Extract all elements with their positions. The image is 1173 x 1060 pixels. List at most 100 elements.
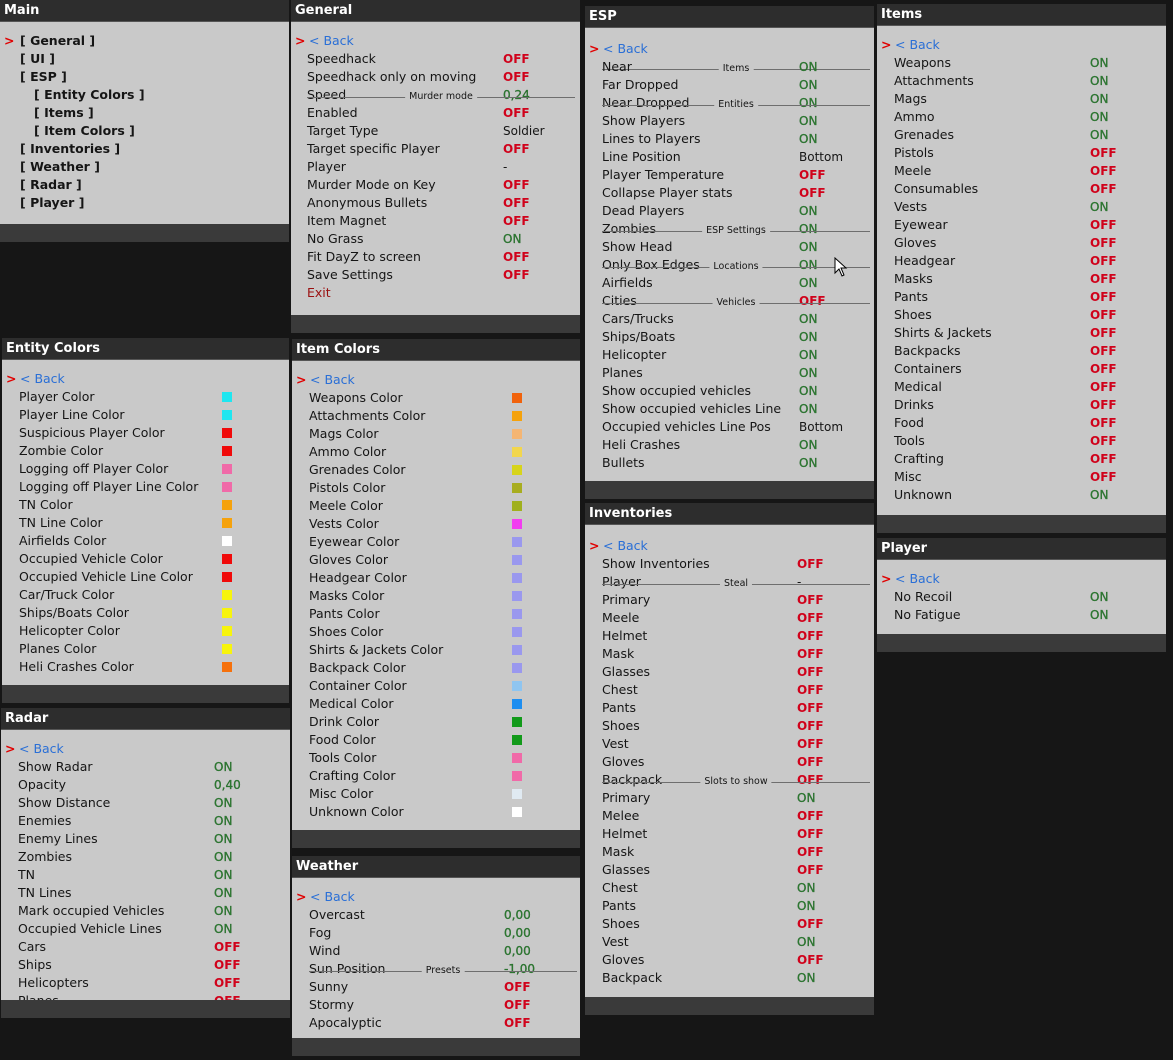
item-colors-color-swatch[interactable] [512,627,522,637]
weather-option-sunny[interactable]: Sunny OFF [309,978,564,996]
inventories-option-chest[interactable]: Chest OFF [602,681,857,699]
general-option-exit[interactable]: Exit [307,284,563,302]
items-option-shoes[interactable]: Shoes OFF [894,306,1150,324]
entity-colors-option-logging-off-player-color[interactable]: Logging off Player Color [19,460,282,478]
esp-option-line-position[interactable]: Line Position Bottom [602,148,859,166]
entity-colors-color-swatch[interactable] [222,626,232,636]
entity-colors-back-button[interactable]: > < Back [6,370,206,388]
inventories-back-button[interactable]: > < Back [589,537,789,555]
radar-option-cars[interactable]: Cars OFF [18,938,274,956]
entity-colors-color-swatch[interactable] [222,446,232,456]
esp-option-show-occupied-vehicles[interactable]: Show occupied vehicles ON [602,382,859,400]
esp-option-ships-boats[interactable]: Ships/Boats ON [602,328,859,346]
entity-colors-color-swatch[interactable] [222,662,232,672]
entity-colors-option-airfields-color[interactable]: Airfields Color [19,532,282,550]
inventories-option-primary[interactable]: Primary ON [602,789,857,807]
item-colors-option-drink-color[interactable]: Drink Color [309,713,572,731]
item-colors-option-grenades-color[interactable]: Grenades Color [309,461,572,479]
entity-colors-option-suspicious-player-color[interactable]: Suspicious Player Color [19,424,282,442]
entity-colors-option-car-truck-color[interactable]: Car/Truck Color [19,586,282,604]
items-option-pistols[interactable]: Pistols OFF [894,144,1150,162]
items-option-tools[interactable]: Tools OFF [894,432,1150,450]
items-option-pants[interactable]: Pants OFF [894,288,1150,306]
item-colors-color-swatch[interactable] [512,645,522,655]
item-colors-option-eyewear-color[interactable]: Eyewear Color [309,533,572,551]
item-colors-color-swatch[interactable] [512,663,522,673]
main-menu-item-player[interactable]: [ Player ] [4,194,224,212]
main-menu-item-general[interactable]: > [ General ] [4,32,224,50]
inventories-option-glasses[interactable]: Glasses OFF [602,663,857,681]
inventories-option-glasses[interactable]: Glasses OFF [602,861,857,879]
entity-colors-color-swatch[interactable] [222,536,232,546]
esp-option-occupied-vehicles-line-pos[interactable]: Occupied vehicles Line Pos Bottom [602,418,859,436]
entity-colors-color-swatch[interactable] [222,410,232,420]
radar-option-tn-lines[interactable]: TN Lines ON [18,884,274,902]
entity-colors-color-swatch[interactable] [222,554,232,564]
item-colors-color-swatch[interactable] [512,573,522,583]
inventories-option-backpack[interactable]: Backpack ON [602,969,857,987]
general-option-murder-mode-on-key[interactable]: Murder Mode on Key OFF [307,176,563,194]
esp-option-collapse-player-stats[interactable]: Collapse Player stats OFF [602,184,859,202]
esp-option-near[interactable]: Near ON [602,58,859,76]
entity-colors-option-tn-color[interactable]: TN Color [19,496,282,514]
item-colors-option-shoes-color[interactable]: Shoes Color [309,623,572,641]
entity-colors-color-swatch[interactable] [222,464,232,474]
entity-colors-color-swatch[interactable] [222,392,232,402]
main-menu-item-item-colors[interactable]: [ Item Colors ] [4,122,224,140]
inventories-option-helmet[interactable]: Helmet OFF [602,825,857,843]
general-option-target-type[interactable]: Target Type Soldier [307,122,563,140]
general-option-target-specific-player[interactable]: Target specific Player OFF [307,140,563,158]
radar-option-helicopters[interactable]: Helicopters OFF [18,974,274,992]
inventories-option-melee[interactable]: Melee OFF [602,807,857,825]
item-colors-option-vests-color[interactable]: Vests Color [309,515,572,533]
inventories-option-shoes[interactable]: Shoes OFF [602,717,857,735]
radar-option-enemy-lines[interactable]: Enemy Lines ON [18,830,274,848]
entity-colors-option-tn-line-color[interactable]: TN Line Color [19,514,282,532]
entity-colors-option-logging-off-player-line-color[interactable]: Logging off Player Line Color [19,478,282,496]
esp-option-airfields[interactable]: Airfields ON [602,274,859,292]
item-colors-color-swatch[interactable] [512,591,522,601]
entity-colors-option-occupied-vehicle-color[interactable]: Occupied Vehicle Color [19,550,282,568]
inventories-option-meele[interactable]: Meele OFF [602,609,857,627]
item-colors-color-swatch[interactable] [512,555,522,565]
weather-option-stormy[interactable]: Stormy OFF [309,996,564,1014]
inventories-option-vest[interactable]: Vest ON [602,933,857,951]
weather-back-button[interactable]: > < Back [296,888,496,906]
items-option-unknown[interactable]: Unknown ON [894,486,1150,504]
main-menu-item-esp[interactable]: [ ESP ] [4,68,224,86]
item-colors-option-mags-color[interactable]: Mags Color [309,425,572,443]
weather-option-overcast[interactable]: Overcast 0,00 [309,906,564,924]
item-colors-color-swatch[interactable] [512,789,522,799]
items-back-button[interactable]: > < Back [881,36,1081,54]
item-colors-color-swatch[interactable] [512,717,522,727]
entity-colors-color-swatch[interactable] [222,590,232,600]
main-menu-item-weather[interactable]: [ Weather ] [4,158,224,176]
main-menu-item-radar[interactable]: [ Radar ] [4,176,224,194]
inventories-option-pants[interactable]: Pants OFF [602,699,857,717]
general-option-item-magnet[interactable]: Item Magnet OFF [307,212,563,230]
item-colors-option-shirts-jackets-color[interactable]: Shirts & Jackets Color [309,641,572,659]
inventories-option-pants[interactable]: Pants ON [602,897,857,915]
item-colors-option-masks-color[interactable]: Masks Color [309,587,572,605]
radar-option-show-radar[interactable]: Show Radar ON [18,758,274,776]
item-colors-color-swatch[interactable] [512,537,522,547]
item-colors-color-swatch[interactable] [512,753,522,763]
inventories-option-chest[interactable]: Chest ON [602,879,857,897]
weather-option-wind[interactable]: Wind 0,00 [309,942,564,960]
item-colors-color-swatch[interactable] [512,501,522,511]
radar-option-show-distance[interactable]: Show Distance ON [18,794,274,812]
esp-option-cars-trucks[interactable]: Cars/Trucks ON [602,310,859,328]
entity-colors-option-player-color[interactable]: Player Color [19,388,282,406]
radar-option-tn[interactable]: TN ON [18,866,274,884]
radar-option-ships[interactable]: Ships OFF [18,956,274,974]
esp-option-player-temperature[interactable]: Player Temperature OFF [602,166,859,184]
player-option-no-fatigue[interactable]: No Fatigue ON [894,606,1150,624]
item-colors-back-button[interactable]: > < Back [296,371,496,389]
general-option-anonymous-bullets[interactable]: Anonymous Bullets OFF [307,194,563,212]
item-colors-option-headgear-color[interactable]: Headgear Color [309,569,572,587]
items-option-drinks[interactable]: Drinks OFF [894,396,1150,414]
entity-colors-color-swatch[interactable] [222,500,232,510]
general-option-speedhack[interactable]: Speedhack OFF [307,50,563,68]
items-option-gloves[interactable]: Gloves OFF [894,234,1150,252]
general-back-button[interactable]: > < Back [295,32,495,50]
